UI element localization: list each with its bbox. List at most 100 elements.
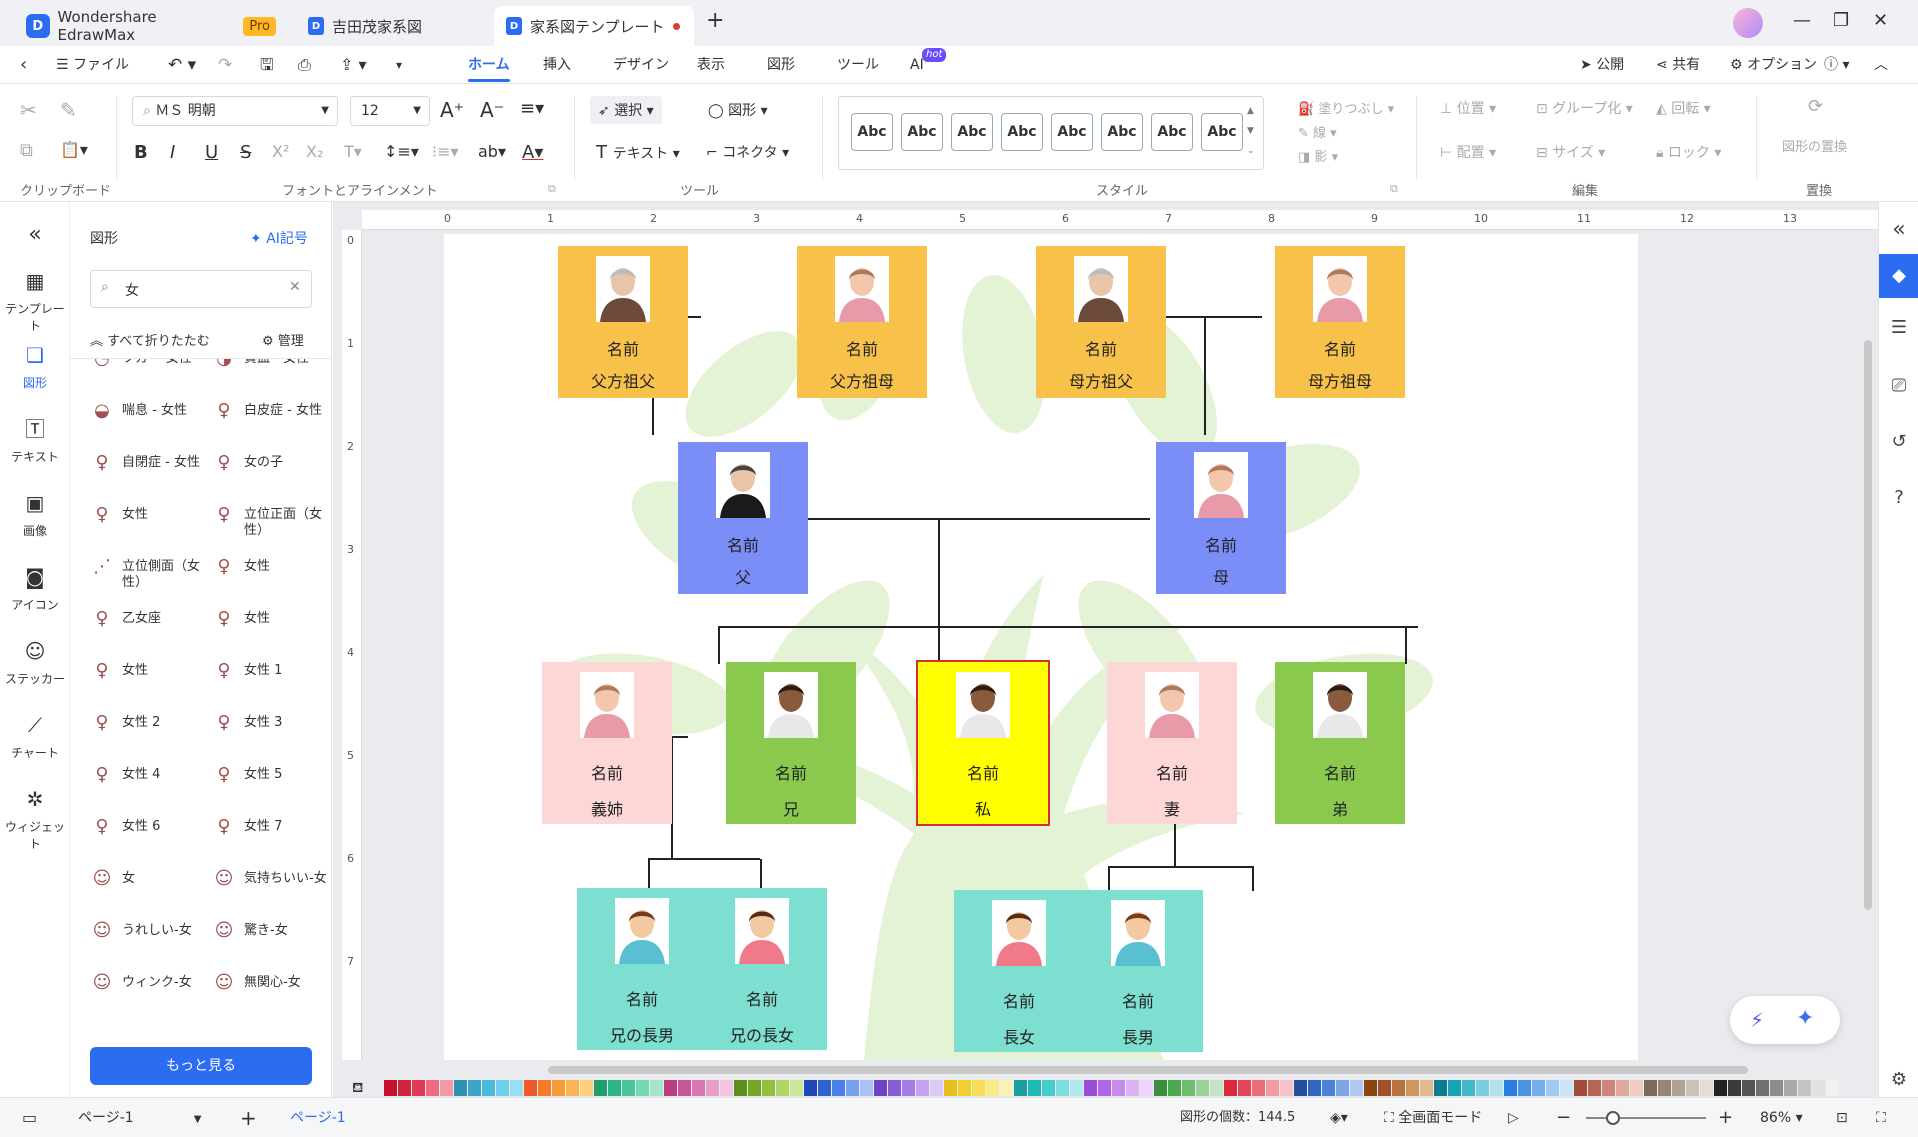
page-properties-icon[interactable]: ☰: [1887, 316, 1911, 340]
horizontal-scrollbar[interactable]: [548, 1066, 1748, 1074]
more-shapes-button[interactable]: もっと見る: [90, 1047, 312, 1085]
page-layout-icon[interactable]: ▭: [22, 1098, 37, 1137]
style-swatch[interactable]: Abc: [1101, 113, 1143, 151]
color-swatch[interactable]: [818, 1080, 831, 1096]
color-swatch[interactable]: [1784, 1080, 1797, 1096]
color-swatch[interactable]: [636, 1080, 649, 1096]
color-swatch[interactable]: [832, 1080, 845, 1096]
family-member-card[interactable]: 名前弟: [1275, 662, 1405, 824]
color-swatch[interactable]: [468, 1080, 481, 1096]
subscript-icon[interactable]: X₂: [306, 142, 323, 161]
color-swatch[interactable]: [1560, 1080, 1573, 1096]
color-swatch[interactable]: [482, 1080, 495, 1096]
color-swatch[interactable]: [804, 1080, 817, 1096]
color-swatch[interactable]: [1490, 1080, 1503, 1096]
zoom-slider[interactable]: [1586, 1117, 1706, 1119]
color-swatch[interactable]: [384, 1080, 397, 1096]
text-tool[interactable]: T テキスト ▾: [596, 142, 680, 163]
style-swatch[interactable]: Abc: [851, 113, 893, 151]
color-swatch[interactable]: [1742, 1080, 1755, 1096]
color-swatch[interactable]: [1812, 1080, 1825, 1096]
color-swatch[interactable]: [1616, 1080, 1629, 1096]
color-swatch[interactable]: [860, 1080, 873, 1096]
color-swatch[interactable]: [930, 1080, 943, 1096]
nav-chart[interactable]: ⟋ チャート: [0, 712, 70, 761]
color-swatch[interactable]: [622, 1080, 635, 1096]
font-name-select[interactable]: ⌕ ＭＳ 明朝 ▼: [132, 96, 338, 126]
color-swatch[interactable]: [1406, 1080, 1419, 1096]
family-member-card[interactable]: 名前 兄の長男: [577, 888, 707, 1050]
family-member-card[interactable]: 名前父: [678, 442, 808, 594]
page-tab-active[interactable]: ページ-1: [290, 1098, 346, 1137]
color-swatch[interactable]: [972, 1080, 985, 1096]
print-icon[interactable]: ⎙: [298, 46, 311, 84]
connector-tool[interactable]: ⌐ コネクタ ▾: [706, 142, 789, 162]
arrange-button[interactable]: ⊢ 配置 ▾: [1440, 142, 1496, 162]
color-swatch[interactable]: [1434, 1080, 1447, 1096]
paste-icon[interactable]: 📋▾: [60, 140, 88, 159]
family-member-card[interactable]: 名前私: [916, 660, 1050, 826]
strikethrough-icon[interactable]: S: [240, 142, 251, 163]
color-swatch[interactable]: [1588, 1080, 1601, 1096]
color-swatch[interactable]: [1448, 1080, 1461, 1096]
zoom-in-icon[interactable]: +: [1718, 1098, 1733, 1137]
color-swatch[interactable]: [916, 1080, 929, 1096]
clear-search-icon[interactable]: ✕: [289, 279, 301, 295]
font-size-select[interactable]: 12 ▼: [350, 96, 430, 126]
color-swatch[interactable]: [1140, 1080, 1153, 1096]
ai-sparkle-icon[interactable]: ✦: [1796, 1006, 1814, 1031]
back-icon[interactable]: ‹: [20, 46, 27, 84]
menu-view[interactable]: 表示: [697, 46, 725, 84]
menu-design[interactable]: デザイン: [613, 46, 669, 84]
color-swatch[interactable]: [1770, 1080, 1783, 1096]
color-swatch[interactable]: [902, 1080, 915, 1096]
tab-yoshida-family-tree[interactable]: D 吉田茂家系図: [296, 6, 492, 46]
color-swatch[interactable]: [1532, 1080, 1545, 1096]
color-swatch[interactable]: [1686, 1080, 1699, 1096]
expand-panel-icon[interactable]: «: [1887, 218, 1911, 242]
fit-page-icon[interactable]: ⊡: [1836, 1098, 1848, 1137]
color-swatch[interactable]: [1280, 1080, 1293, 1096]
settings-gear-icon[interactable]: ⚙: [1887, 1068, 1911, 1092]
color-swatch[interactable]: [552, 1080, 565, 1096]
export-icon[interactable]: ⇪ ▾: [340, 46, 367, 84]
color-swatch[interactable]: [720, 1080, 733, 1096]
menu-home[interactable]: ホーム: [468, 46, 510, 84]
collapse-all-button[interactable]: ︽ すべて折りたたむ: [90, 330, 210, 349]
quick-access-more-icon[interactable]: ▾: [396, 46, 402, 84]
ai-symbol-button[interactable]: ✦ AI記号: [250, 228, 308, 248]
color-swatch[interactable]: [1210, 1080, 1223, 1096]
color-swatch[interactable]: [1672, 1080, 1685, 1096]
rotate-button[interactable]: ◭ 回転 ▾: [1656, 98, 1711, 118]
line-spacing-icon[interactable]: ↕≡▾: [384, 142, 419, 161]
nav-widget[interactable]: ✲ ウィジェット: [0, 786, 70, 852]
decrease-font-icon[interactable]: A⁻: [480, 98, 504, 122]
family-member-card[interactable]: 名前 兄の長女: [697, 888, 827, 1050]
color-swatch[interactable]: [650, 1080, 663, 1096]
replace-shape-icon[interactable]: ⟳: [1808, 96, 1823, 117]
color-swatch[interactable]: [538, 1080, 551, 1096]
color-swatch[interactable]: [1658, 1080, 1671, 1096]
color-swatch[interactable]: [1504, 1080, 1517, 1096]
fullscreen-mode-button[interactable]: ⛶ 全画面モード: [1384, 1098, 1482, 1137]
color-swatch[interactable]: [1756, 1080, 1769, 1096]
color-swatch[interactable]: [1336, 1080, 1349, 1096]
superscript-icon[interactable]: X²: [272, 142, 289, 161]
color-swatch[interactable]: [566, 1080, 579, 1096]
color-swatch[interactable]: [524, 1080, 537, 1096]
color-swatch[interactable]: [1168, 1080, 1181, 1096]
dialog-launcher-icon[interactable]: ⧉: [548, 182, 556, 196]
style-swatch[interactable]: Abc: [951, 113, 993, 151]
style-swatch[interactable]: Abc: [1201, 113, 1243, 151]
color-swatch[interactable]: [1196, 1080, 1209, 1096]
color-swatch[interactable]: [664, 1080, 677, 1096]
family-member-card[interactable]: 名前 義姉: [542, 662, 672, 824]
color-swatch[interactable]: [1028, 1080, 1041, 1096]
lock-button[interactable]: 🔒︎ ロック ▾: [1656, 142, 1721, 162]
restore-icon[interactable]: ❐: [1833, 10, 1849, 31]
nav-sticker[interactable]: ☺ ステッカー: [0, 638, 70, 687]
color-swatch[interactable]: [1714, 1080, 1727, 1096]
italic-icon[interactable]: I: [170, 142, 175, 163]
history-icon[interactable]: ↺: [1887, 430, 1911, 454]
color-swatch[interactable]: [1308, 1080, 1321, 1096]
